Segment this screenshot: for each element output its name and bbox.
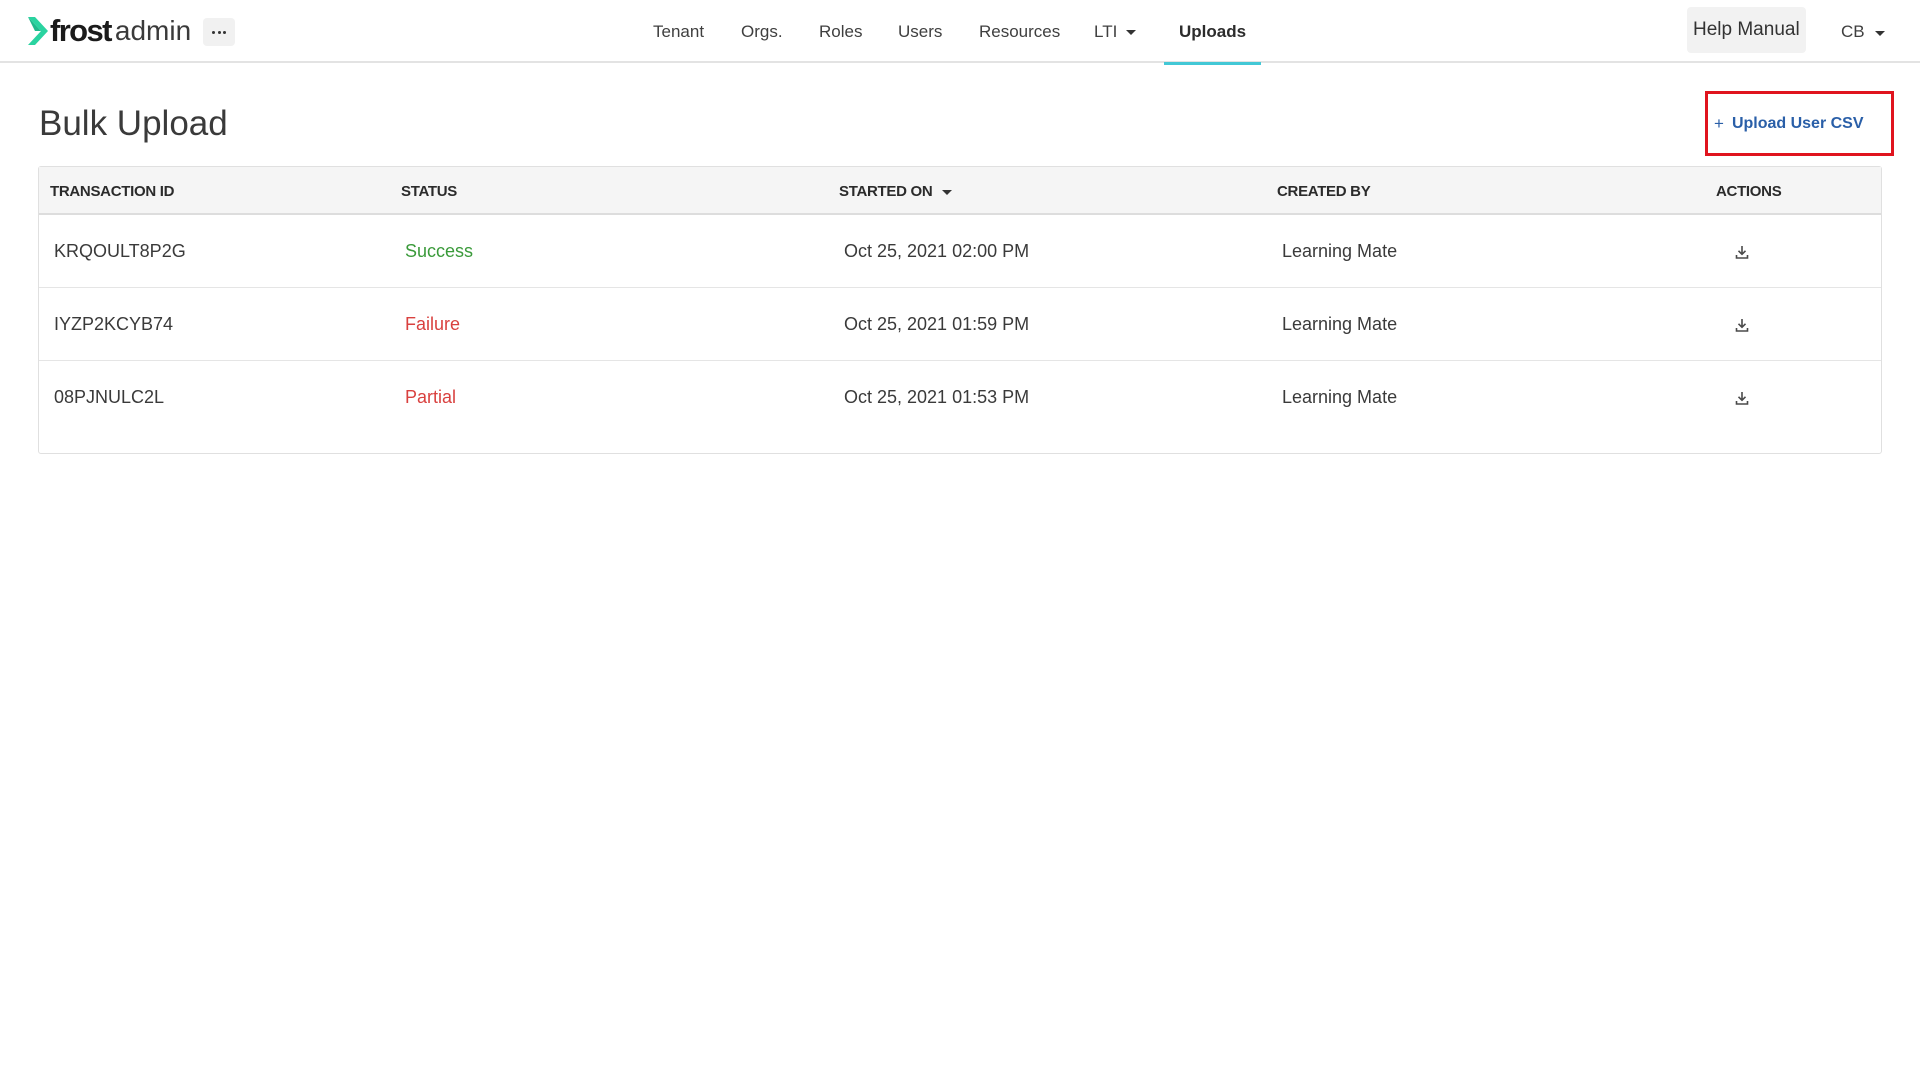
- nav-item-lti[interactable]: LTI: [1094, 0, 1137, 63]
- started-on-cell: Oct 25, 2021 02:00 PM: [844, 241, 1030, 261]
- status-cell: Failure: [405, 314, 461, 334]
- column-header-actions: ACTIONS: [1716, 167, 1782, 215]
- column-header-started-on[interactable]: STARTED ON: [839, 167, 953, 215]
- brand-name: frost: [50, 13, 112, 48]
- nav-item-orgs[interactable]: Orgs.: [741, 0, 783, 63]
- created-by-cell: Learning Mate: [1282, 387, 1398, 407]
- column-header-label: CREATED BY: [1277, 182, 1371, 200]
- nav-item-uploads[interactable]: Uploads: [1163, 0, 1262, 65]
- status-cell: Partial: [405, 387, 457, 407]
- transaction-id-cell: 08PJNULC2L: [54, 387, 165, 407]
- top-navbar: frost admin Tenant Orgs. Roles Users Res…: [0, 0, 1920, 65]
- ellipsis-icon-dot: [211, 30, 215, 34]
- upload-user-csv-label: Upload User CSV: [1731, 114, 1864, 132]
- transaction-id-cell: KRQOULT8P2G: [54, 241, 186, 261]
- nav-item-resources[interactable]: Resources: [979, 0, 1060, 63]
- nav-item-label: Roles: [819, 21, 863, 41]
- started-on-cell: Oct 25, 2021 01:59 PM: [844, 314, 1030, 334]
- help-manual-button[interactable]: Help Manual: [1687, 7, 1806, 53]
- frost-chevron-icon: [28, 17, 48, 45]
- nav-item-label: Tenant: [653, 21, 705, 41]
- ellipsis-icon-dot: [217, 30, 221, 34]
- column-header-label: STARTED ON: [839, 182, 933, 200]
- caret-down-icon: [1126, 30, 1137, 35]
- column-header-transaction-id: TRANSACTION ID: [50, 167, 174, 215]
- plus-icon: +: [1714, 113, 1724, 133]
- table-row: 08PJNULC2L Partial Oct 25, 2021 01:53 PM…: [39, 361, 1881, 434]
- more-menu-button[interactable]: [203, 18, 235, 46]
- created-by-cell: Learning Mate: [1282, 314, 1398, 334]
- main-nav: Tenant Orgs. Roles Users Resources LTI U…: [0, 0, 1920, 65]
- nav-item-users[interactable]: Users: [898, 0, 942, 63]
- download-icon[interactable]: [1732, 288, 1752, 361]
- column-header-label: ACTIONS: [1716, 182, 1782, 200]
- download-icon[interactable]: [1732, 215, 1752, 288]
- column-header-created-by: CREATED BY: [1277, 167, 1371, 215]
- nav-item-label: Users: [898, 21, 943, 41]
- page-title: Bulk Upload: [39, 104, 228, 143]
- brand-logo[interactable]: frost admin: [27, 13, 191, 49]
- table-row: IYZP2KCYB74 Failure Oct 25, 2021 01:59 P…: [39, 288, 1881, 361]
- table-row: KRQOULT8P2G Success Oct 25, 2021 02:00 P…: [39, 215, 1881, 288]
- nav-item-label: LTI: [1094, 21, 1118, 41]
- brand-suffix: admin: [114, 15, 192, 46]
- user-initials: CB: [1841, 22, 1865, 41]
- column-header-label: TRANSACTION ID: [50, 182, 175, 200]
- transaction-id-cell: IYZP2KCYB74: [54, 314, 174, 334]
- nav-item-label: Uploads: [1179, 21, 1247, 41]
- sort-desc-icon: [942, 189, 953, 195]
- created-by-cell: Learning Mate: [1282, 241, 1398, 261]
- column-header-label: STATUS: [401, 182, 457, 200]
- help-manual-label: Help Manual: [1693, 19, 1800, 40]
- table-header: TRANSACTION ID STATUS STARTED ON CREATED…: [39, 167, 1881, 215]
- nav-item-label: Orgs.: [741, 21, 783, 41]
- user-menu[interactable]: CB: [1841, 20, 1885, 44]
- uploads-table: TRANSACTION ID STATUS STARTED ON CREATED…: [38, 166, 1882, 454]
- ellipsis-icon-dot: [223, 30, 227, 34]
- nav-item-roles[interactable]: Roles: [819, 0, 862, 63]
- status-cell: Success: [405, 241, 474, 261]
- column-header-status: STATUS: [401, 167, 457, 215]
- upload-user-csv-button[interactable]: + Upload User CSV: [1705, 91, 1894, 156]
- download-icon[interactable]: [1732, 361, 1752, 434]
- nav-item-tenant[interactable]: Tenant: [653, 0, 704, 63]
- started-on-cell: Oct 25, 2021 01:53 PM: [844, 387, 1030, 407]
- nav-item-label: Resources: [979, 21, 1061, 41]
- caret-down-icon: [1874, 30, 1885, 36]
